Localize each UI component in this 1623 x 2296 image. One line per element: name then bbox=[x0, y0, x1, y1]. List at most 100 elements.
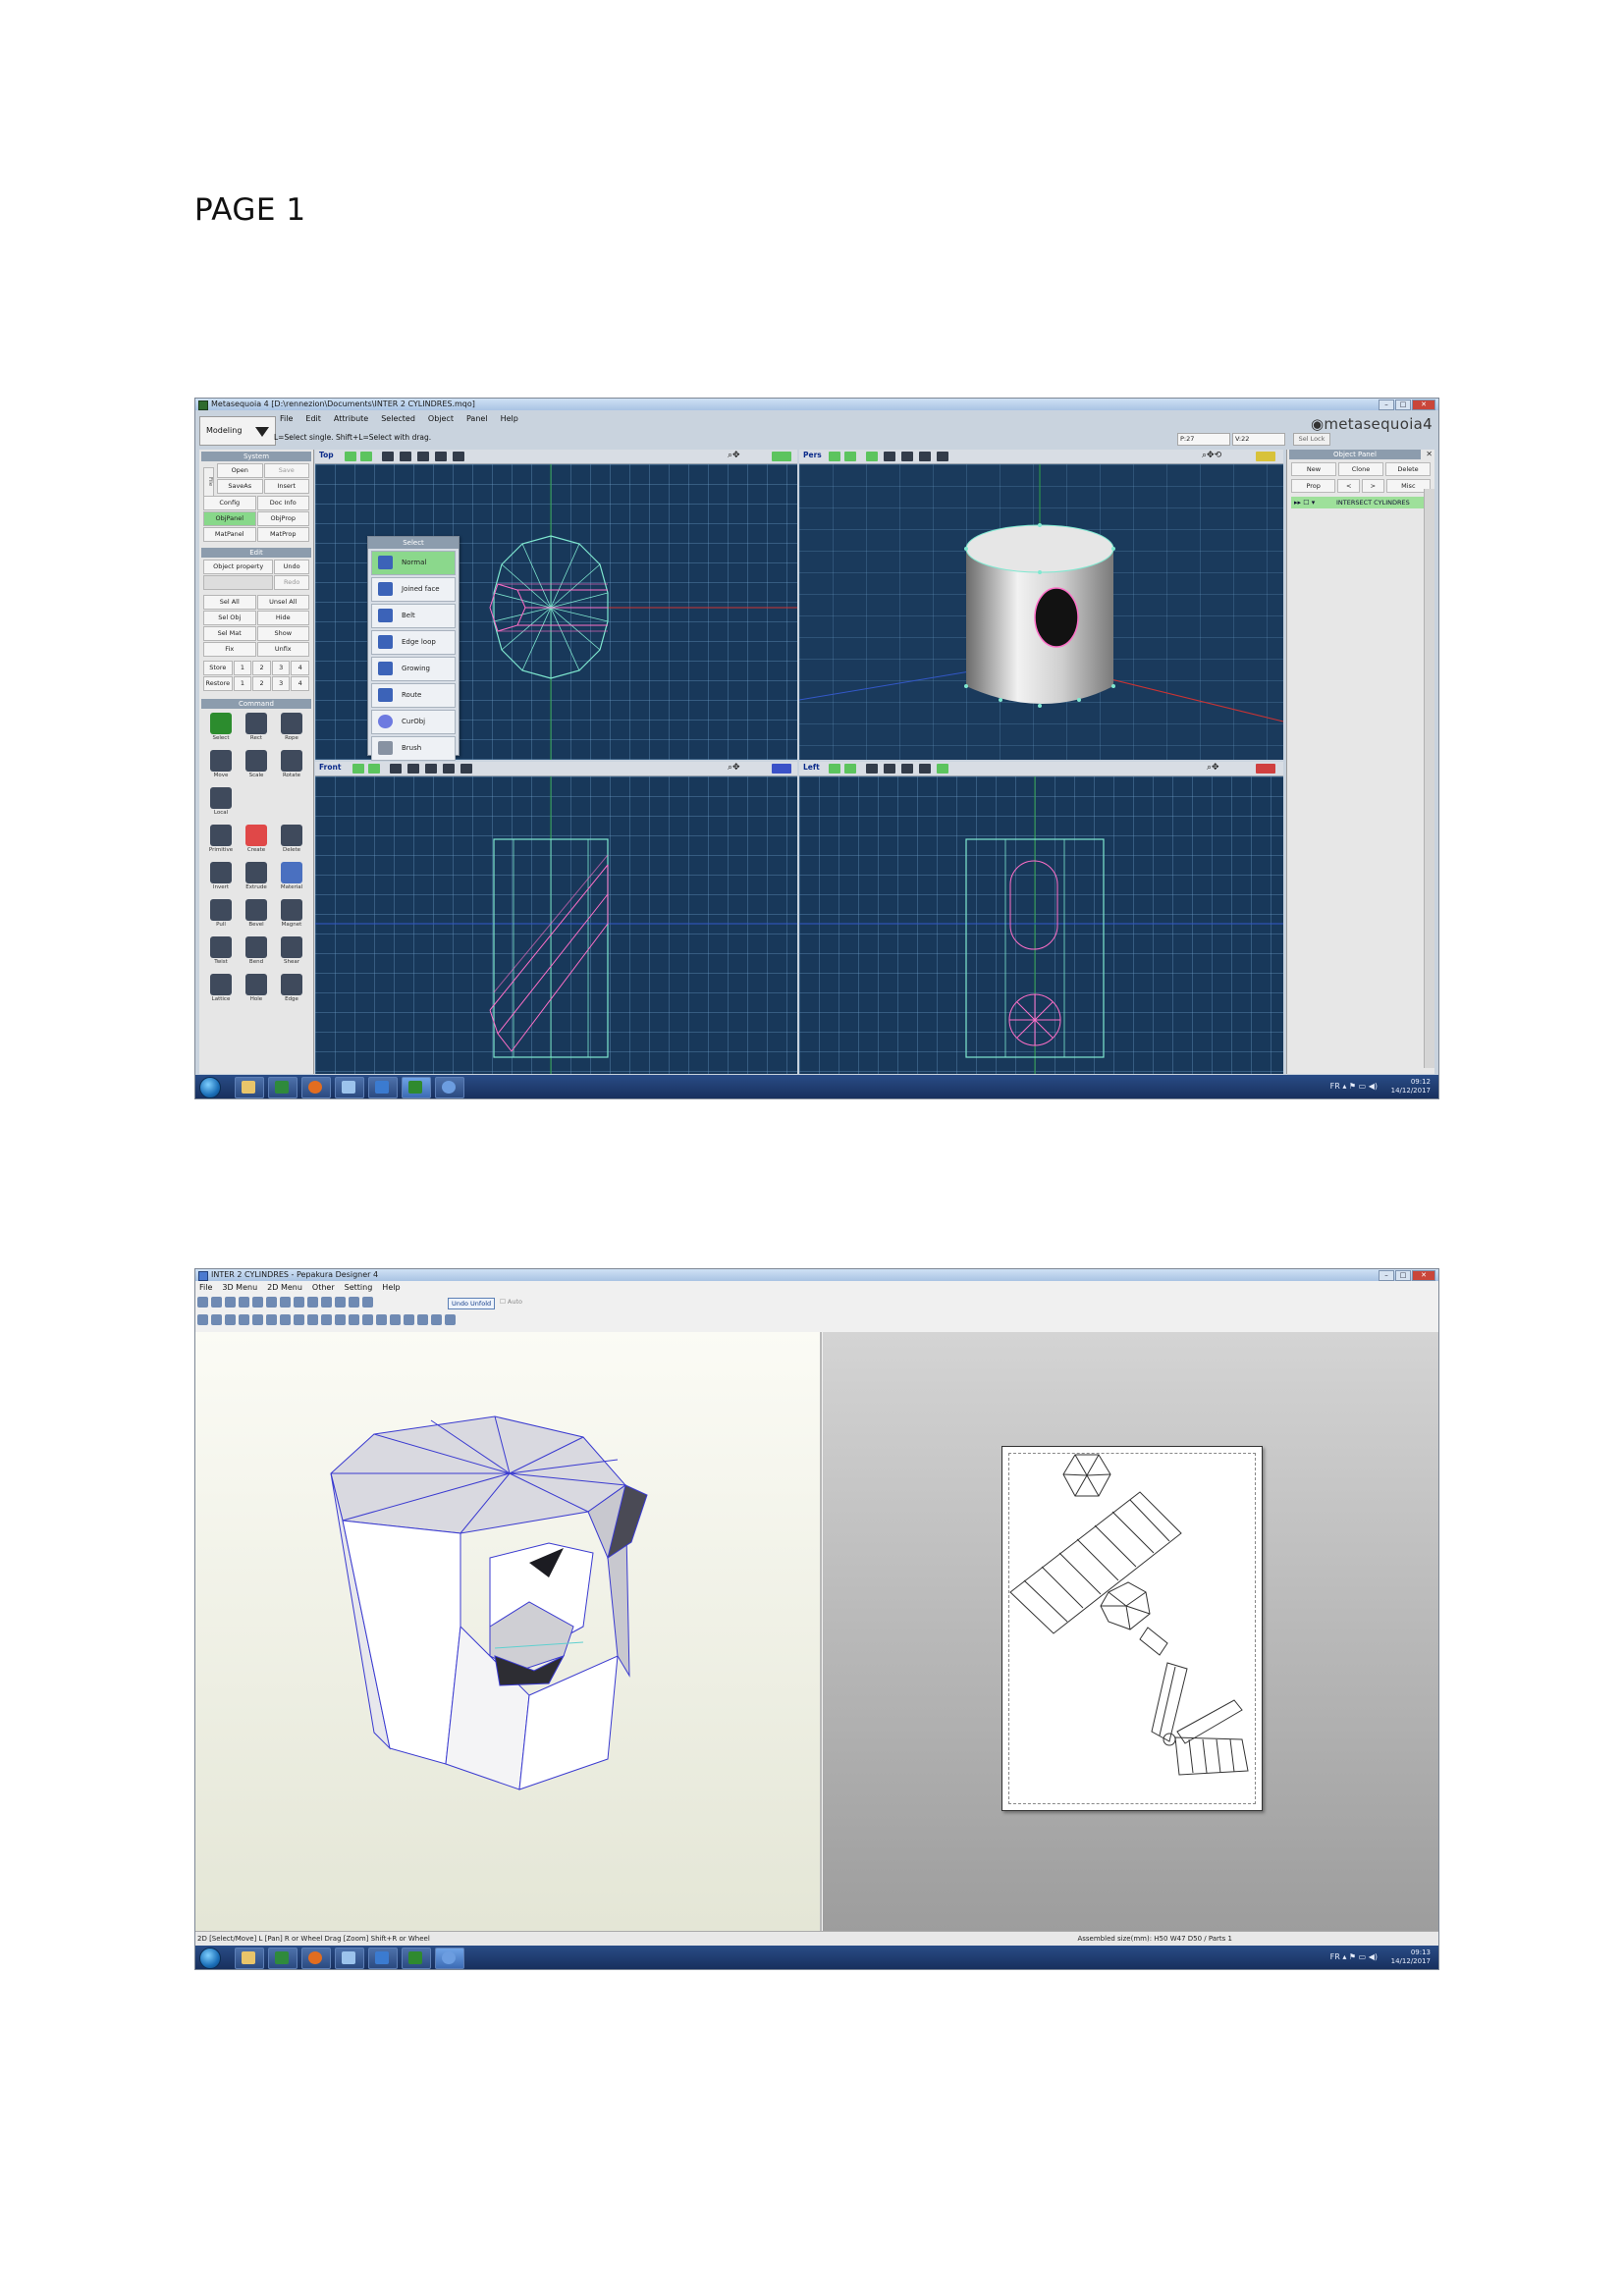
view-lamp-icon[interactable] bbox=[407, 764, 419, 774]
delete-tool[interactable]: Delete bbox=[276, 825, 307, 858]
sel-all-button[interactable]: Sel All bbox=[203, 595, 256, 610]
clock[interactable]: 09:13 14/12/2017 bbox=[1391, 1949, 1431, 1966]
view-select-icon[interactable] bbox=[829, 452, 840, 461]
redo-icon[interactable] bbox=[321, 1314, 332, 1325]
menu-other[interactable]: Other bbox=[312, 1283, 335, 1292]
select-joined-face[interactable]: Joined face bbox=[371, 577, 456, 602]
mode-dropdown[interactable]: Modeling bbox=[199, 416, 276, 446]
twist-tool[interactable]: Twist bbox=[205, 936, 237, 970]
select-belt[interactable]: Belt bbox=[371, 604, 456, 628]
view-color-icon[interactable] bbox=[772, 764, 791, 774]
edge-icon[interactable] bbox=[252, 1314, 263, 1325]
view-rect-icon[interactable] bbox=[360, 452, 372, 461]
view-gear-icon[interactable] bbox=[919, 452, 931, 461]
shear-tool[interactable]: Shear bbox=[276, 936, 307, 970]
docinfo-button[interactable]: Doc Info bbox=[256, 496, 309, 510]
lattice-tool[interactable]: Lattice bbox=[205, 974, 237, 1007]
fit-icon[interactable] bbox=[431, 1314, 442, 1325]
front-viewport[interactable] bbox=[315, 776, 797, 1074]
create-tool[interactable]: Create bbox=[241, 825, 272, 858]
matprop-button[interactable]: MatProp bbox=[256, 527, 309, 542]
maximize-icon[interactable]: □ bbox=[1395, 400, 1411, 410]
menu-2d[interactable]: 2D Menu bbox=[267, 1283, 302, 1292]
objprop-button[interactable]: ObjProp bbox=[256, 511, 309, 526]
view-select-icon[interactable] bbox=[352, 764, 364, 774]
invert-tool[interactable]: Invert bbox=[205, 862, 237, 895]
rect-tool[interactable]: Rect bbox=[241, 713, 272, 746]
undo-icon[interactable] bbox=[307, 1314, 318, 1325]
menu-setting[interactable]: Setting bbox=[345, 1283, 373, 1292]
system-tray-icons[interactable]: FR ▴ ⚑ ▭ ◀) bbox=[1330, 1952, 1378, 1961]
object-list-item[interactable]: ▸▸ ☐ ▾ INTERSECT CYLINDRES bbox=[1291, 497, 1431, 508]
pan-icon[interactable] bbox=[266, 1297, 277, 1308]
magnet-tool[interactable]: Magnet bbox=[276, 899, 307, 933]
view-square-icon[interactable] bbox=[866, 452, 878, 461]
select-move-icon[interactable] bbox=[197, 1314, 208, 1325]
app-a-taskbar-icon[interactable] bbox=[368, 1948, 398, 1969]
excel-taskbar-icon[interactable] bbox=[268, 1077, 298, 1098]
config-button[interactable]: Config bbox=[203, 496, 256, 510]
rotate-tool[interactable]: Rotate bbox=[276, 750, 307, 783]
view-rect-icon[interactable] bbox=[844, 452, 856, 461]
start-icon[interactable] bbox=[199, 1948, 221, 1969]
saveas-button[interactable]: SaveAs bbox=[217, 479, 263, 494]
unfix-button[interactable]: Unfix bbox=[256, 642, 309, 657]
view-rect-icon[interactable] bbox=[844, 764, 856, 774]
perspective-viewport[interactable] bbox=[798, 464, 1284, 760]
minimize-icon[interactable]: – bbox=[1379, 1270, 1394, 1281]
extrude-tool[interactable]: Extrude bbox=[241, 862, 272, 895]
expand-icon[interactable] bbox=[445, 1314, 456, 1325]
rotate-icon[interactable] bbox=[211, 1314, 222, 1325]
view-lamp-icon[interactable] bbox=[400, 452, 411, 461]
view-color-icon[interactable] bbox=[1256, 764, 1275, 774]
restore-slot-1[interactable]: 1 bbox=[233, 676, 252, 691]
menu-selected[interactable]: Selected bbox=[381, 414, 415, 423]
view-left-icon[interactable] bbox=[349, 1297, 359, 1308]
explorer-taskbar-icon[interactable] bbox=[235, 1077, 264, 1098]
app-c-taskbar-icon[interactable] bbox=[435, 1077, 464, 1098]
unsel-all-button[interactable]: Unsel All bbox=[256, 595, 309, 610]
window-taskbar-icon[interactable] bbox=[335, 1948, 364, 1969]
zoom-pan-rotate-icon[interactable]: ⌕✥⟲ bbox=[1202, 451, 1221, 460]
matpanel-button[interactable]: MatPanel bbox=[203, 527, 256, 542]
close-icon[interactable]: ✕ bbox=[1412, 400, 1435, 410]
view-color-icon[interactable] bbox=[1256, 452, 1275, 461]
object-panel-scrollbar[interactable] bbox=[1424, 489, 1434, 1068]
prop-button[interactable]: Prop bbox=[1291, 479, 1336, 493]
view-select-icon[interactable] bbox=[829, 764, 840, 774]
view-lamp-icon[interactable] bbox=[884, 452, 895, 461]
app-a-taskbar-icon[interactable] bbox=[368, 1077, 398, 1098]
insert-button[interactable]: Insert bbox=[263, 479, 309, 494]
image-icon[interactable] bbox=[280, 1314, 291, 1325]
store-slot-2[interactable]: 2 bbox=[252, 661, 271, 675]
move-tool[interactable]: Move bbox=[205, 750, 237, 783]
pepakura-taskbar-icon[interactable] bbox=[435, 1948, 464, 1969]
metasequoia-taskbar-icon[interactable] bbox=[402, 1948, 431, 1969]
delete-object-button[interactable]: Delete bbox=[1385, 462, 1431, 476]
join-icon[interactable] bbox=[225, 1314, 236, 1325]
open-icon[interactable] bbox=[197, 1297, 208, 1308]
start-icon[interactable] bbox=[199, 1077, 221, 1098]
material-tool[interactable]: Material bbox=[276, 862, 307, 895]
view-square-icon[interactable] bbox=[382, 452, 394, 461]
firefox-taskbar-icon[interactable] bbox=[301, 1077, 331, 1098]
hide-button[interactable]: Hide bbox=[256, 611, 309, 625]
select-route[interactable]: Route bbox=[371, 683, 456, 708]
zoom-icon[interactable] bbox=[252, 1297, 263, 1308]
select-tool[interactable]: Select bbox=[205, 713, 237, 746]
menu-3d[interactable]: 3D Menu bbox=[222, 1283, 257, 1292]
hole-tool[interactable]: Hole bbox=[241, 974, 272, 1007]
zoom-pan-icon[interactable]: ⌕✥ bbox=[728, 763, 740, 773]
view-refresh-icon[interactable] bbox=[937, 764, 948, 774]
menu-object[interactable]: Object bbox=[428, 414, 454, 423]
objpanel-button[interactable]: ObjPanel bbox=[203, 511, 256, 526]
view-select-icon[interactable] bbox=[345, 452, 356, 461]
window-taskbar-icon[interactable] bbox=[335, 1077, 364, 1098]
new-object-button[interactable]: New bbox=[1291, 462, 1336, 476]
view-square-icon[interactable] bbox=[866, 764, 878, 774]
link-icon[interactable] bbox=[335, 1297, 346, 1308]
align-icon[interactable] bbox=[376, 1314, 387, 1325]
view-cube-icon[interactable] bbox=[901, 452, 913, 461]
view-gear-icon[interactable] bbox=[443, 764, 455, 774]
scale-icon[interactable] bbox=[417, 1314, 428, 1325]
